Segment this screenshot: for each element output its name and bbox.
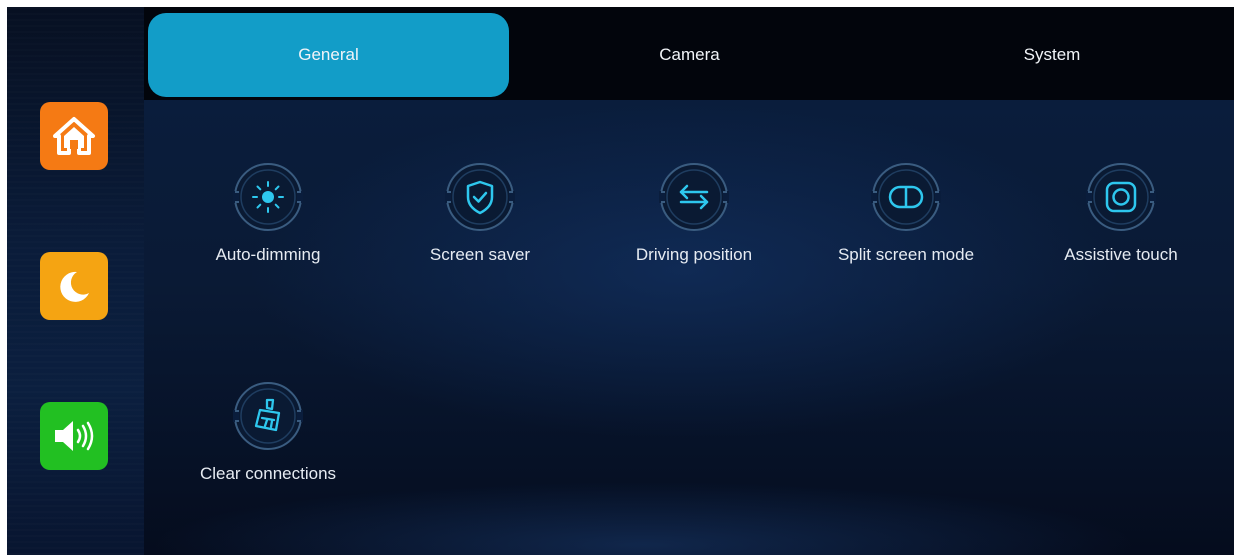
tab-general-label: General: [298, 45, 359, 64]
assistive-touch-icon: [1086, 163, 1156, 231]
broom-icon: [233, 382, 303, 450]
setting-label: Split screen mode: [837, 245, 975, 264]
night-mode-button[interactable]: [40, 252, 108, 320]
setting-screen-saver[interactable]: Screen saver: [390, 161, 570, 265]
tab-system[interactable]: System: [870, 13, 1234, 97]
moon-icon: [60, 271, 89, 302]
split-screen-icon: [871, 163, 941, 231]
setting-label: Auto-dimming: [215, 245, 321, 264]
tab-general[interactable]: General: [148, 13, 509, 97]
setting-clear-connections[interactable]: Clear connections: [178, 380, 358, 484]
speaker-icon: [55, 421, 94, 451]
tab-camera-label: Camera: [659, 45, 720, 64]
settings-screen: General Camera System Auto-dimming Scree…: [7, 7, 1234, 555]
setting-split-screen-mode[interactable]: Split screen mode: [816, 161, 996, 265]
setting-label: Assistive touch: [1064, 245, 1178, 264]
shield-check-icon: [445, 163, 515, 231]
sidebar: [7, 7, 144, 555]
tab-bar: General Camera System: [144, 7, 1234, 100]
volume-button[interactable]: [40, 402, 108, 470]
setting-auto-dimming[interactable]: Auto-dimming: [178, 161, 358, 265]
home-icon: [53, 117, 95, 155]
settings-panel: Auto-dimming Screen saver Driving positi…: [144, 100, 1234, 555]
setting-label: Driving position: [635, 245, 753, 264]
tab-camera[interactable]: Camera: [509, 13, 870, 97]
setting-label: Clear connections: [199, 464, 337, 483]
home-button[interactable]: [40, 102, 108, 170]
setting-driving-position[interactable]: Driving position: [604, 161, 784, 265]
brightness-icon: [233, 163, 303, 231]
tab-system-label: System: [1023, 45, 1081, 64]
setting-assistive-touch[interactable]: Assistive touch: [1031, 161, 1211, 265]
swap-arrows-icon: [659, 163, 729, 231]
setting-label: Screen saver: [429, 245, 531, 264]
